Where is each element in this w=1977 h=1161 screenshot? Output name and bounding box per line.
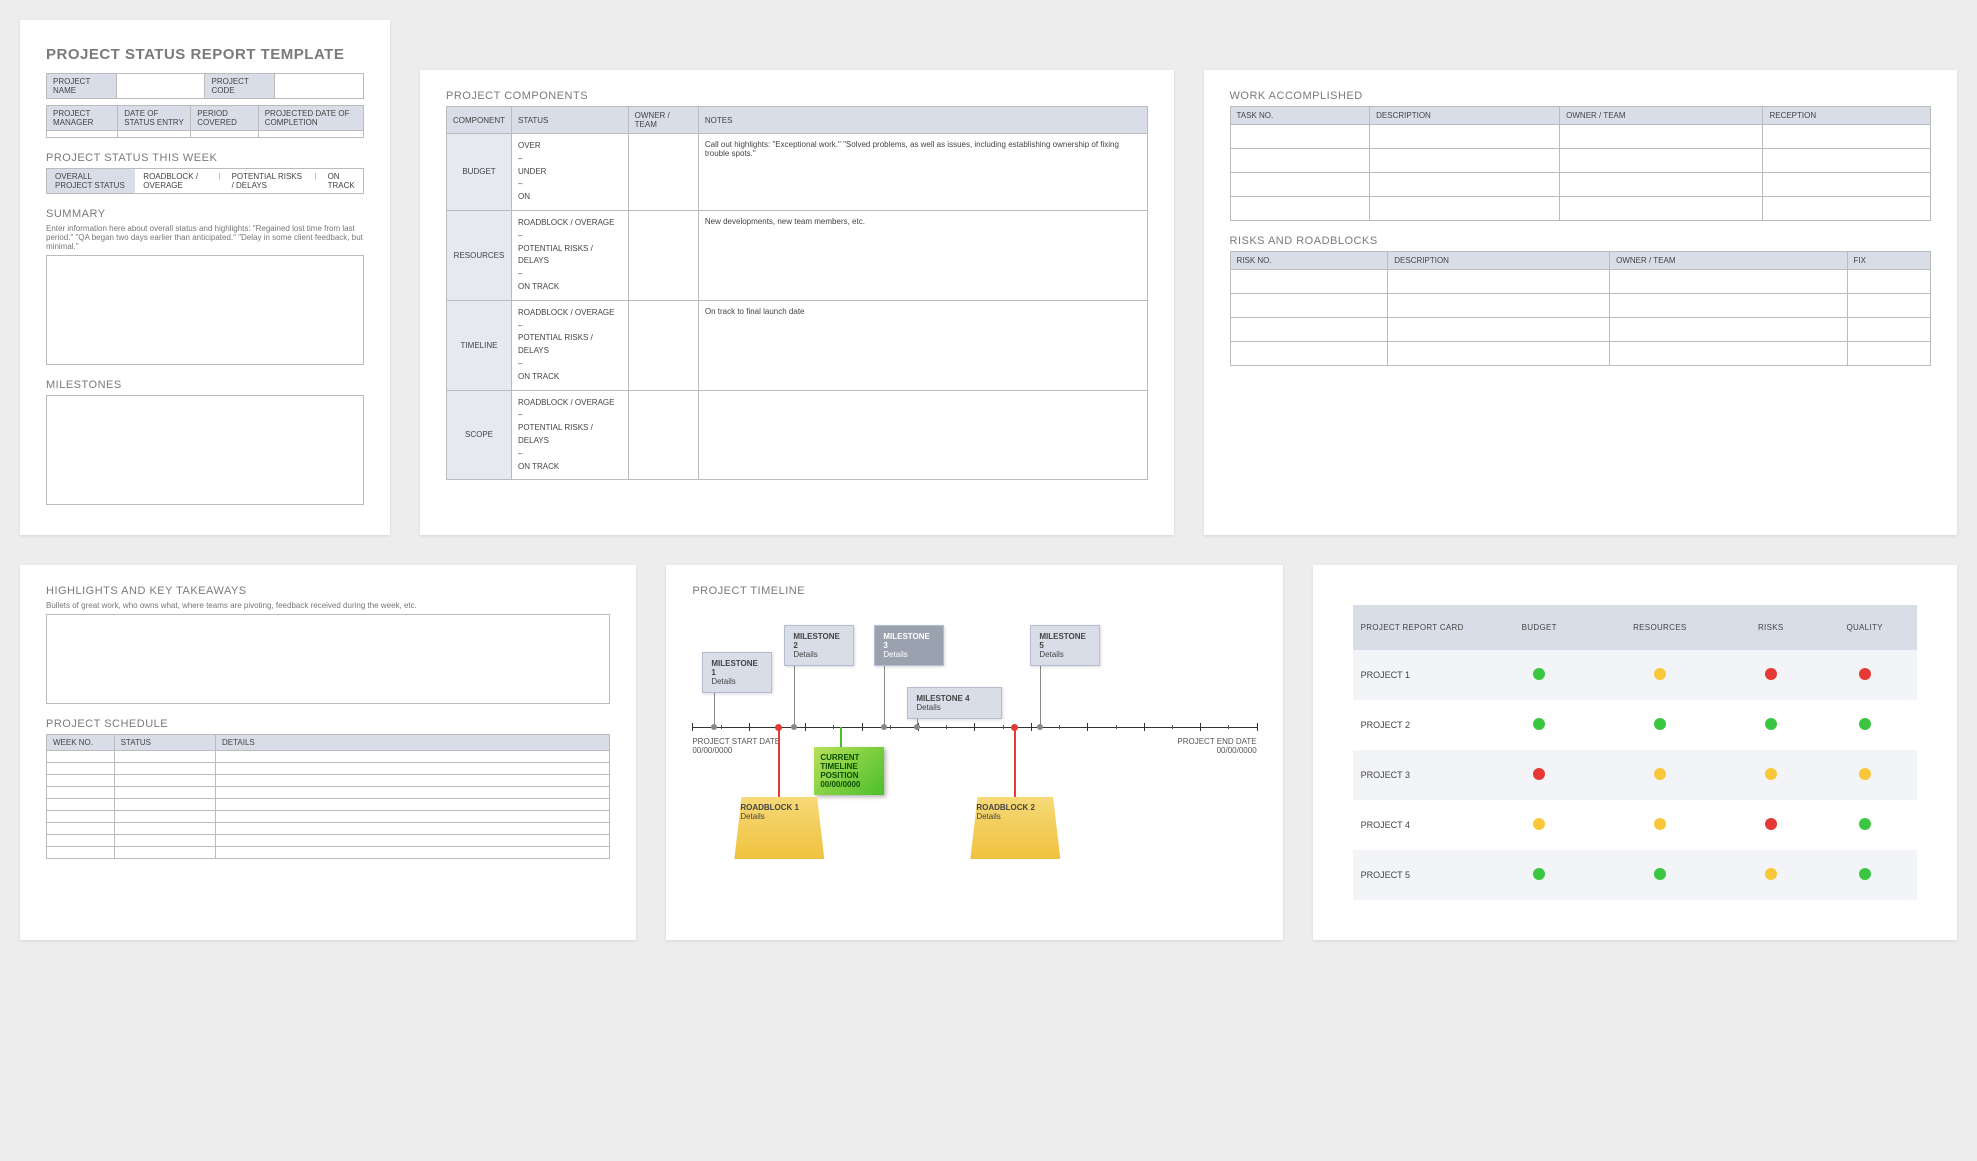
milestone-5-dot: [1037, 724, 1043, 730]
report-title: PROJECT STATUS REPORT TEMPLATE: [46, 46, 364, 63]
overall-status-bar: OVERALL PROJECT STATUS ROADBLOCK / OVERA…: [46, 168, 364, 194]
roadblock-2-box[interactable]: ROADBLOCK 2Details: [970, 797, 1060, 859]
status-week-title: PROJECT STATUS THIS WEEK: [46, 152, 364, 164]
proj-date-label: PROJECTED DATE OF COMPLETION: [258, 106, 363, 131]
report-card-row: PROJECT 5: [1353, 850, 1917, 900]
timeline-start-label: PROJECT START DATE00/00/0000: [692, 737, 780, 755]
status-opt-3[interactable]: ON TRACK: [320, 169, 363, 193]
component-budget: BUDGET: [447, 134, 512, 211]
components-title: PROJECT COMPONENTS: [446, 90, 1148, 102]
current-position-note[interactable]: CURRENT TIMELINE POSITION 00/00/0000: [814, 747, 884, 795]
project-name-value[interactable]: [116, 74, 205, 99]
summary-box[interactable]: [46, 255, 364, 365]
component-timeline: TIMELINE: [447, 300, 512, 390]
status-dot-y: [1654, 768, 1666, 780]
report-card-table: PROJECT REPORT CARDBUDGETRESOURCESRISKSQ…: [1353, 605, 1917, 900]
component-scope: SCOPE: [447, 390, 512, 480]
report-card-row: PROJECT 1: [1353, 650, 1917, 700]
highlights-card: HIGHLIGHTS AND KEY TAKEAWAYS Bullets of …: [20, 565, 636, 940]
milestone-4-dot: [914, 724, 920, 730]
pm-label: PROJECT MANAGER: [47, 106, 118, 131]
status-dot-y: [1765, 868, 1777, 880]
status-dot-g: [1859, 868, 1871, 880]
status-dot-y: [1654, 668, 1666, 680]
milestone-1-box[interactable]: MILESTONE 1Details: [702, 652, 772, 693]
status-dot-g: [1654, 868, 1666, 880]
report-card-row: PROJECT 4: [1353, 800, 1917, 850]
project-code-label: PROJECT CODE: [205, 74, 275, 99]
status-dot-y: [1533, 818, 1545, 830]
status-opt-2[interactable]: POTENTIAL RISKS / DELAYS: [224, 169, 312, 193]
roadblock-2-dot: [1011, 724, 1018, 731]
report-card-card: PROJECT REPORT CARDBUDGETRESOURCESRISKSQ…: [1313, 565, 1957, 940]
status-dot-g: [1533, 718, 1545, 730]
milestone-4-box[interactable]: MILESTONE 4Details: [907, 687, 1002, 719]
status-report-card: PROJECT STATUS REPORT TEMPLATE PROJECT N…: [20, 20, 390, 535]
sched-title: PROJECT SCHEDULE: [46, 718, 610, 730]
project-name-label: PROJECT NAME: [47, 74, 117, 99]
status-dot-g: [1654, 718, 1666, 730]
status-dot-g: [1859, 818, 1871, 830]
status-dot-g: [1859, 718, 1871, 730]
status-dot-y: [1654, 818, 1666, 830]
status-dot-r: [1533, 768, 1545, 780]
date-entry-label: DATE OF STATUS ENTRY: [118, 106, 191, 131]
timeline-title: PROJECT TIMELINE: [692, 585, 1256, 597]
milestones-title: MILESTONES: [46, 379, 364, 391]
status-dot-r: [1859, 668, 1871, 680]
hl-box[interactable]: [46, 614, 610, 704]
schedule-table: WEEK NO.STATUSDETAILS: [46, 734, 610, 859]
milestone-5-box[interactable]: MILESTONE 5Details: [1030, 625, 1100, 666]
hl-title: HIGHLIGHTS AND KEY TAKEAWAYS: [46, 585, 610, 597]
status-dot-y: [1859, 768, 1871, 780]
period-label: PERIOD COVERED: [191, 106, 258, 131]
status-dot-g: [1533, 868, 1545, 880]
project-id-table: PROJECT NAME PROJECT CODE: [46, 73, 364, 99]
summary-title: SUMMARY: [46, 208, 364, 220]
risks-table: RISK NO.DESCRIPTIONOWNER / TEAMFIX: [1230, 251, 1932, 366]
milestones-box[interactable]: [46, 395, 364, 505]
status-dot-r: [1765, 818, 1777, 830]
project-meta-table: PROJECT MANAGER DATE OF STATUS ENTRY PER…: [46, 105, 364, 138]
timeline-end-label: PROJECT END DATE00/00/0000: [1177, 737, 1256, 755]
components-table: COMPONENTSTATUSOWNER / TEAMNOTES BUDGETO…: [446, 106, 1148, 480]
overall-label: OVERALL PROJECT STATUS: [47, 169, 135, 193]
roadblock-1-box[interactable]: ROADBLOCK 1Details: [734, 797, 824, 859]
milestone-3-box[interactable]: MILESTONE 3Details: [874, 625, 944, 666]
risks-title: RISKS AND ROADBLOCKS: [1230, 235, 1932, 247]
status-dot-r: [1765, 668, 1777, 680]
status-opt-1[interactable]: ROADBLOCK / OVERAGE: [135, 169, 215, 193]
summary-desc: Enter information here about overall sta…: [46, 224, 364, 251]
milestone-1-dot: [711, 724, 717, 730]
timeline-canvas: PROJECT START DATE00/00/0000 PROJECT END…: [692, 607, 1256, 907]
component-resources: RESOURCES: [447, 210, 512, 300]
report-card-row: PROJECT 3: [1353, 750, 1917, 800]
status-dot-g: [1765, 718, 1777, 730]
hl-desc: Bullets of great work, who owns what, wh…: [46, 601, 610, 610]
report-card-row: PROJECT 2: [1353, 700, 1917, 750]
status-dot-g: [1533, 668, 1545, 680]
project-code-value[interactable]: [275, 74, 364, 99]
project-components-card: PROJECT COMPONENTS COMPONENTSTATUSOWNER …: [420, 70, 1174, 535]
milestone-2-dot: [791, 724, 797, 730]
milestone-3-dot: [881, 724, 887, 730]
milestone-2-box[interactable]: MILESTONE 2Details: [784, 625, 854, 666]
status-dot-y: [1765, 768, 1777, 780]
work-table: TASK NO.DESCRIPTIONOWNER / TEAMRECEPTION: [1230, 106, 1932, 221]
timeline-card: PROJECT TIMELINE PROJECT START DATE00/00…: [666, 565, 1282, 940]
work-risks-card: WORK ACCOMPLISHED TASK NO.DESCRIPTIONOWN…: [1204, 70, 1958, 535]
work-title: WORK ACCOMPLISHED: [1230, 90, 1932, 102]
roadblock-1-dot: [775, 724, 782, 731]
